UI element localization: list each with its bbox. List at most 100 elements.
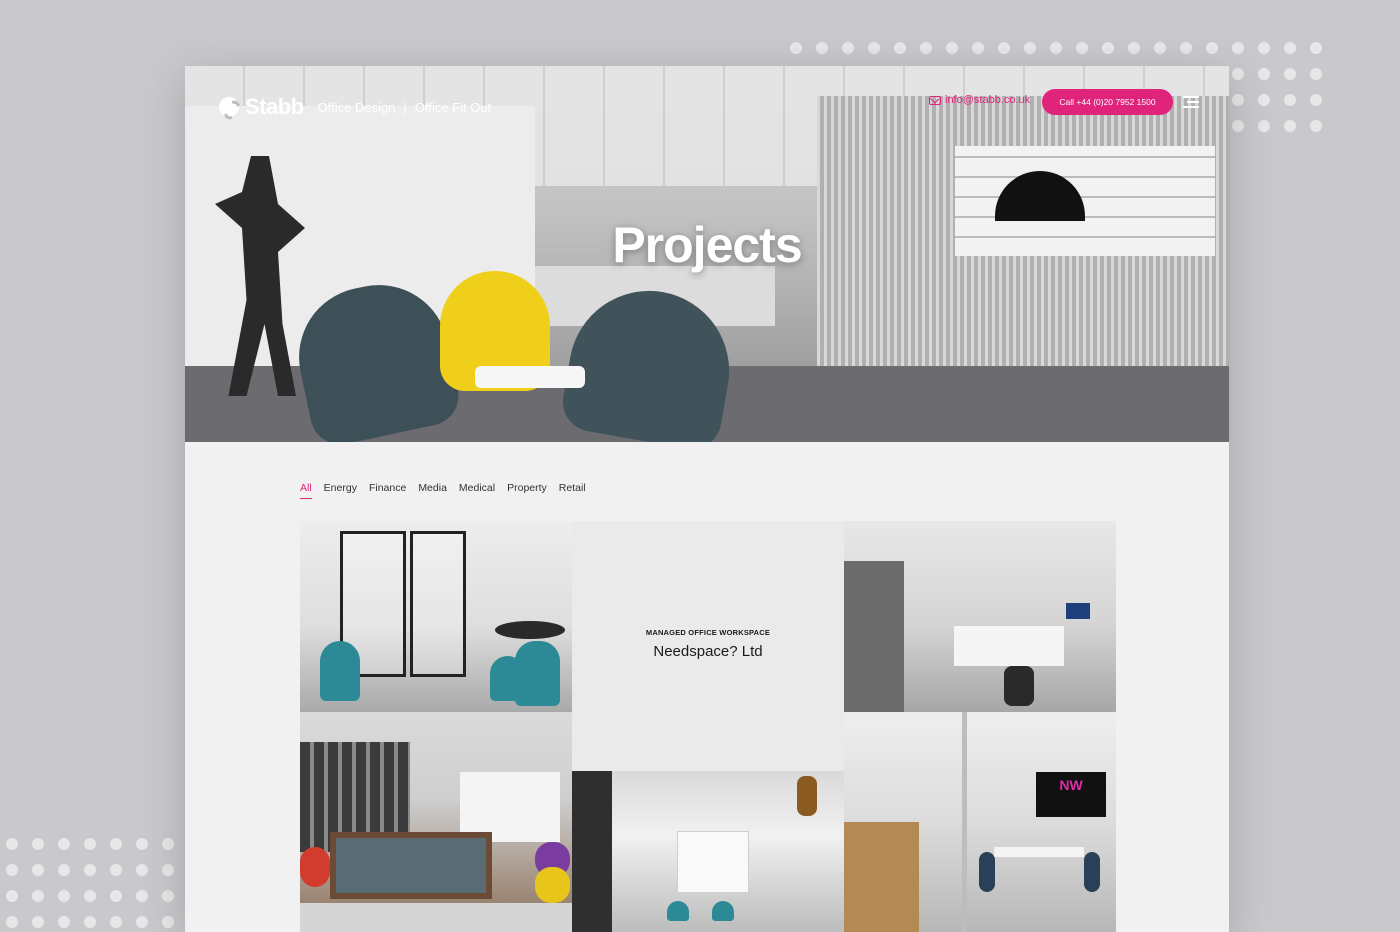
decor-dots-bottom-left: [6, 838, 174, 928]
tile-chair: [979, 852, 995, 892]
decor-dot: [1128, 42, 1140, 54]
decor-dot: [1310, 42, 1322, 54]
decor-dot: [110, 838, 122, 850]
decor-dot: [162, 864, 174, 876]
decor-dot: [32, 916, 44, 928]
project-category: MANAGED OFFICE WORKSPACE: [645, 628, 771, 637]
decor-dot: [6, 916, 18, 928]
site-logo[interactable]: Stabb Office Design | Office Fit Out: [219, 94, 491, 120]
decor-dot: [1154, 42, 1166, 54]
tile-chair: [300, 847, 330, 887]
decor-dot: [816, 42, 828, 54]
decor-dot: [1232, 94, 1244, 106]
email-link[interactable]: info@stabb.co.uk: [929, 94, 1030, 106]
tile-window: [677, 831, 749, 893]
decor-dot: [868, 42, 880, 54]
project-name: Needspace? Ltd: [653, 643, 763, 660]
decor-dot: [136, 916, 148, 928]
tagline-office-design: Office Design: [317, 99, 396, 115]
tile-chair: [667, 901, 689, 921]
decor-dot: [1050, 42, 1062, 54]
decor-dot: [946, 42, 958, 54]
decor-dot: [1232, 120, 1244, 132]
tile-chair: [535, 867, 570, 903]
decor-dot: [58, 838, 70, 850]
tile-screen: [1066, 603, 1090, 619]
decor-dots-top: [790, 42, 1322, 54]
filter-retail[interactable]: Retail: [559, 482, 586, 499]
filter-all[interactable]: All: [300, 482, 312, 499]
tile-chair: [490, 656, 525, 701]
filter-media[interactable]: Media: [418, 482, 447, 499]
decor-dot: [998, 42, 1010, 54]
decor-dot: [162, 838, 174, 850]
decor-dot: [6, 838, 18, 850]
page-title: Projects: [612, 217, 802, 273]
decor-dot: [162, 916, 174, 928]
tile-meeting-table: [994, 847, 1084, 857]
stabb-logo-icon: [219, 97, 239, 117]
tile-partition: [962, 712, 967, 932]
decor-dot: [1024, 42, 1036, 54]
decor-dot: [32, 864, 44, 876]
tile-chair: [712, 901, 734, 921]
decor-dot: [1284, 42, 1296, 54]
filter-finance[interactable]: Finance: [369, 482, 406, 499]
decor-dots-right: [1232, 68, 1322, 132]
decor-dot: [1284, 120, 1296, 132]
decor-dot: [1258, 68, 1270, 80]
decor-dot: [136, 864, 148, 876]
hero-coffee-table: [475, 366, 585, 388]
tile-kitchen: [844, 561, 904, 712]
decor-dot: [162, 890, 174, 902]
tile-table: [495, 621, 565, 639]
tile-chair: [320, 641, 360, 701]
tile-glass-booth: [410, 531, 466, 677]
tile-pool-table: [330, 832, 492, 899]
decor-dot: [58, 890, 70, 902]
project-tile[interactable]: [300, 521, 572, 712]
decor-dot: [1284, 94, 1296, 106]
decor-dot: [1258, 94, 1270, 106]
decor-dot: [136, 838, 148, 850]
project-tile[interactable]: [300, 712, 572, 903]
tagline-office-fit-out: Office Fit Out: [414, 99, 492, 115]
website-page: Stabb Office Design | Office Fit Out inf…: [185, 66, 1229, 932]
decor-dot: [110, 890, 122, 902]
decor-dot: [84, 838, 96, 850]
decor-dot: [32, 838, 44, 850]
filter-energy[interactable]: Energy: [324, 482, 357, 499]
email-text: info@stabb.co.uk: [945, 94, 1031, 106]
project-tile[interactable]: [300, 903, 572, 932]
decor-dot: [1232, 42, 1244, 54]
decor-dot: [1232, 68, 1244, 80]
decor-dot: [790, 42, 802, 54]
call-button[interactable]: Call +44 (0)20 7952 1500: [1042, 89, 1173, 115]
tile-office-chair: [1004, 666, 1034, 706]
project-tile[interactable]: [572, 771, 844, 932]
decor-dot: [58, 916, 70, 928]
filter-property[interactable]: Property: [507, 482, 547, 499]
tile-desks: [954, 626, 1064, 666]
project-tile[interactable]: [844, 521, 1116, 712]
decor-dot: [110, 864, 122, 876]
decor-dot: [1206, 42, 1218, 54]
project-tile-featured[interactable]: MANAGED OFFICE WORKSPACE Needspace? Ltd: [572, 521, 844, 771]
tagline-separator: |: [403, 99, 407, 115]
tile-doorway: [572, 771, 612, 932]
tile-chair: [1084, 852, 1100, 892]
filter-medical[interactable]: Medical: [459, 482, 495, 499]
mail-icon: [929, 95, 941, 105]
decor-dot: [1258, 120, 1270, 132]
decor-dot: [1180, 42, 1192, 54]
menu-icon[interactable]: [1183, 96, 1199, 108]
decor-dot: [84, 864, 96, 876]
decor-dot: [894, 42, 906, 54]
decor-dot: [136, 890, 148, 902]
brand-name: Stabb: [245, 94, 304, 119]
decor-dot: [58, 864, 70, 876]
project-tile[interactable]: NW: [844, 712, 1116, 932]
decor-dot: [1076, 42, 1088, 54]
tile-caption: MANAGED OFFICE WORKSPACE Needspace? Ltd: [572, 628, 844, 660]
decor-dot: [110, 916, 122, 928]
